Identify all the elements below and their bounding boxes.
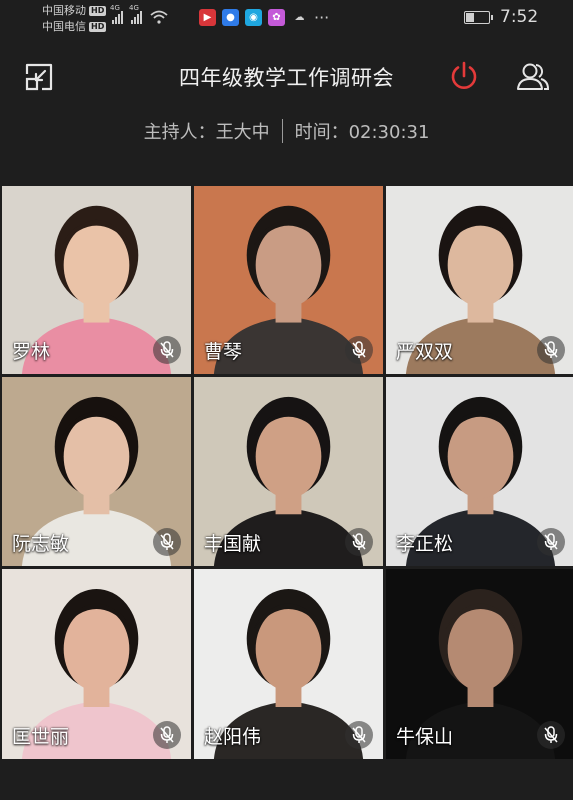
end-meeting-power-icon[interactable] <box>448 60 480 92</box>
host-label: 主持人：王大中 <box>143 122 270 143</box>
mic-muted-icon <box>345 336 373 364</box>
participant-video-tile[interactable]: 阮志敏 <box>2 377 191 566</box>
gallery-app-icon: ✿ <box>268 9 285 26</box>
hd-badge: HD <box>89 22 107 32</box>
carrier-1-label: 中国移动 <box>42 4 86 17</box>
signal-strength-icon: 4G <box>129 4 142 24</box>
participant-video-tile[interactable]: 罗林 <box>2 186 191 374</box>
signal-strength-icon: 4G <box>110 4 123 24</box>
status-bar: 中国移动 HD 中国电信 HD 4G 4G ▶ ● ◉ ✿ ☁ ··· 7:52 <box>0 0 573 38</box>
notification-icons: ▶ ● ◉ ✿ ☁ ··· <box>199 9 329 26</box>
participant-video-tile[interactable]: 丰国献 <box>194 377 383 566</box>
carrier-info: 中国移动 HD 中国电信 HD <box>42 3 107 35</box>
paw-app-icon: ● <box>222 9 239 26</box>
cloud-icon: ☁ <box>294 12 305 23</box>
meeting-duration: 时间：02:30:31 <box>294 122 430 143</box>
mic-muted-icon <box>345 528 373 556</box>
video-grid: 罗林 曹琴 严双双阮志敏 丰国献 李正松匡世丽 赵阳伟 牛保山 <box>2 186 573 759</box>
participant-video-tile[interactable]: 牛保山 <box>386 569 573 759</box>
hd-badge: HD <box>89 6 107 16</box>
mic-muted-icon <box>153 528 181 556</box>
player-app-icon: ◉ <box>245 9 262 26</box>
participant-name: 罗林 <box>12 341 51 363</box>
meta-divider <box>281 119 283 143</box>
participant-name: 匡世丽 <box>12 726 70 748</box>
mic-muted-icon <box>537 721 565 749</box>
participant-name: 曹琴 <box>204 341 243 363</box>
meeting-title: 四年级教学工作调研会 <box>179 66 394 90</box>
participant-video-tile[interactable]: 严双双 <box>386 186 573 374</box>
more-notifications-icon: ··· <box>314 8 330 27</box>
signal-indicators: 4G 4G <box>110 4 168 24</box>
meeting-meta: 主持人：王大中 时间：02:30:31 <box>0 118 573 144</box>
participant-name: 李正松 <box>396 533 454 555</box>
status-time: 7:52 <box>500 7 539 27</box>
participant-name: 牛保山 <box>396 726 454 748</box>
mic-muted-icon <box>537 528 565 556</box>
mic-muted-icon <box>345 721 373 749</box>
battery-icon <box>464 11 493 24</box>
participant-name: 丰国献 <box>204 533 262 555</box>
carrier-2-label: 中国电信 <box>42 20 86 33</box>
participants-icon[interactable] <box>516 60 550 92</box>
mic-muted-icon <box>153 336 181 364</box>
participant-video-tile[interactable]: 李正松 <box>386 377 573 566</box>
meeting-header: 四年级教学工作调研会 主持人：王大中 时间：02:30:31 <box>0 38 573 184</box>
mic-muted-icon <box>153 721 181 749</box>
participant-name: 严双双 <box>396 341 454 363</box>
wifi-icon <box>150 10 168 24</box>
participant-name: 阮志敏 <box>12 533 70 555</box>
video-app-icon: ▶ <box>199 9 216 26</box>
participant-name: 赵阳伟 <box>204 726 262 748</box>
battery-level <box>466 13 475 22</box>
participant-video-tile[interactable]: 匡世丽 <box>2 569 191 759</box>
mic-muted-icon <box>537 336 565 364</box>
participant-video-tile[interactable]: 曹琴 <box>194 186 383 374</box>
participant-video-tile[interactable]: 赵阳伟 <box>194 569 383 759</box>
